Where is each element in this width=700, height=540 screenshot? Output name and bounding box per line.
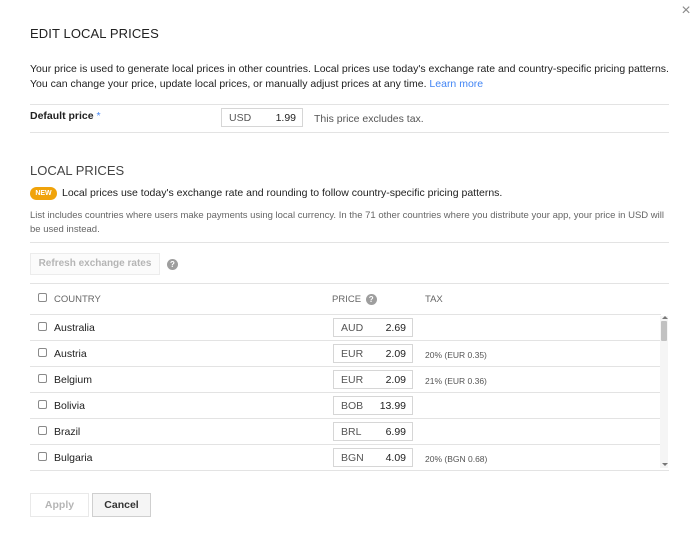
- divider: [30, 283, 669, 284]
- table-row: Belgium EUR 2.09 21% (EUR 0.36): [30, 366, 661, 393]
- price-value: 13.99: [379, 400, 406, 412]
- required-mark: *: [96, 110, 101, 122]
- currency-code: AUD: [341, 322, 364, 334]
- currency-code: USD: [229, 112, 252, 124]
- currency-code: EUR: [341, 374, 364, 386]
- local-price-input[interactable]: AUD 2.69: [333, 318, 413, 337]
- dialog-title: EDIT LOCAL PRICES: [30, 26, 159, 41]
- countries-note: List includes countries where users make…: [30, 210, 664, 235]
- row-checkbox[interactable]: [38, 322, 47, 331]
- divider: [30, 242, 669, 243]
- local-price-input[interactable]: EUR 2.09: [333, 344, 413, 363]
- table-row: Australia AUD 2.69: [30, 314, 661, 341]
- column-header-price: PRICE ?: [332, 294, 377, 305]
- intro-paragraph: Your price is used to generate local pri…: [30, 62, 670, 92]
- tax-value: 20% (BGN 0.68): [425, 454, 488, 464]
- default-price-label-text: Default price: [30, 110, 94, 122]
- refresh-exchange-rates-button[interactable]: Refresh exchange rates: [30, 253, 160, 275]
- new-badge: NEW: [30, 187, 57, 200]
- scroll-down-arrow-icon[interactable]: [662, 463, 668, 466]
- local-price-input[interactable]: BRL 6.99: [333, 422, 413, 441]
- default-price-label: Default price *: [30, 110, 101, 122]
- price-excludes-tax-note: This price excludes tax.: [314, 113, 424, 125]
- column-header-country[interactable]: COUNTRY: [54, 294, 101, 305]
- local-prices-title: LOCAL PRICES: [30, 163, 125, 178]
- currency-code: BRL: [341, 426, 362, 438]
- price-value: 2.09: [385, 374, 406, 386]
- country-name: Bolivia: [54, 400, 85, 412]
- price-value: 2.09: [385, 348, 406, 360]
- row-checkbox[interactable]: [38, 400, 47, 409]
- apply-button[interactable]: Apply: [30, 493, 89, 517]
- column-header-tax: TAX: [425, 294, 443, 305]
- default-price-input[interactable]: USD 1.99: [221, 108, 303, 127]
- table-row: Bolivia BOB 13.99: [30, 392, 661, 419]
- scrollbar-thumb[interactable]: [661, 321, 667, 341]
- divider: [30, 104, 669, 105]
- new-feature-text: Local prices use today's exchange rate a…: [62, 187, 503, 199]
- row-checkbox[interactable]: [38, 374, 47, 383]
- tax-value: 20% (EUR 0.35): [425, 350, 487, 360]
- country-name: Austria: [54, 348, 87, 360]
- currency-code: EUR: [341, 348, 364, 360]
- country-name: Belgium: [54, 374, 92, 386]
- price-value: 4.09: [385, 452, 406, 464]
- local-price-input[interactable]: BOB 13.99: [333, 396, 413, 415]
- row-checkbox[interactable]: [38, 452, 47, 461]
- row-checkbox[interactable]: [38, 348, 47, 357]
- country-name: Australia: [54, 322, 95, 334]
- close-icon: ×: [681, 2, 691, 19]
- country-price-list[interactable]: Australia AUD 2.69 Austria EUR 2.09 20% …: [30, 314, 669, 470]
- table-row: Austria EUR 2.09 20% (EUR 0.35): [30, 340, 661, 367]
- local-price-input[interactable]: EUR 2.09: [333, 370, 413, 389]
- divider: [30, 470, 669, 471]
- table-row: Bulgaria BGN 4.09 20% (BGN 0.68): [30, 444, 661, 470]
- currency-code: BOB: [341, 400, 364, 412]
- price-value: 2.69: [385, 322, 406, 334]
- country-name: Bulgaria: [54, 452, 93, 464]
- help-icon[interactable]: ?: [365, 294, 377, 305]
- table-row: Brazil BRL 6.99: [30, 418, 661, 445]
- divider: [30, 132, 669, 133]
- tax-value: 21% (EUR 0.36): [425, 376, 487, 386]
- cancel-button[interactable]: Cancel: [92, 493, 151, 517]
- row-checkbox[interactable]: [38, 426, 47, 435]
- close-button[interactable]: ×: [677, 2, 695, 20]
- currency-code: BGN: [341, 452, 364, 464]
- intro-text: Your price is used to generate local pri…: [30, 63, 669, 90]
- learn-more-link[interactable]: Learn more: [429, 78, 483, 90]
- local-price-input[interactable]: BGN 4.09: [333, 448, 413, 467]
- price-header-text: PRICE: [332, 294, 362, 305]
- price-value: 1.99: [275, 112, 296, 124]
- price-value: 6.99: [385, 426, 406, 438]
- select-all-checkbox[interactable]: [38, 293, 47, 302]
- help-icon[interactable]: ?: [167, 259, 178, 270]
- country-name: Brazil: [54, 426, 81, 438]
- scroll-up-arrow-icon[interactable]: [662, 316, 668, 319]
